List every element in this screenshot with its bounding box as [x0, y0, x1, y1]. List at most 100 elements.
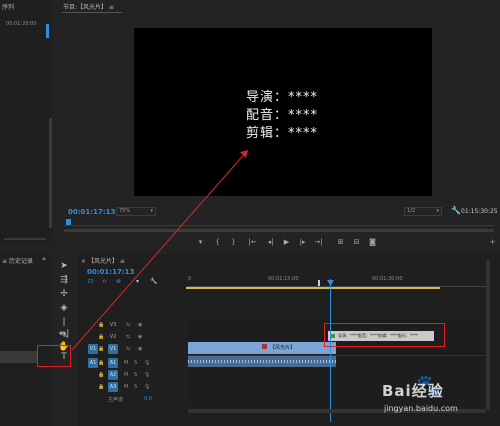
add-marker-icon[interactable]: ▾: [136, 278, 139, 285]
track-header-master: 主声道 0.0: [98, 393, 186, 405]
microphone-icon[interactable]: 🎙: [144, 360, 150, 366]
project-zoom-slider[interactable]: [4, 238, 46, 240]
lock-icon[interactable]: 🔒: [98, 346, 104, 352]
mute-icon[interactable]: M: [124, 360, 128, 366]
track-label-v2[interactable]: V2: [108, 332, 118, 342]
program-scrub-bar[interactable]: [64, 222, 494, 226]
resolution-value: 1/2: [407, 208, 416, 214]
credits-block: 导演：**** 配音：**** 剪辑：****: [246, 89, 318, 143]
history-panel-tab[interactable]: 历史记录: [9, 258, 33, 265]
timeline-timecode[interactable]: 00:01:17:13: [87, 268, 134, 276]
razor-tool-icon[interactable]: ◈: [58, 302, 70, 314]
ruler-label-0: 0: [188, 276, 192, 282]
work-area-bar[interactable]: [186, 287, 440, 289]
chevron-down-icon: ▾: [436, 208, 439, 214]
track-header-a3: 🔒 A3 M S 🎙: [98, 381, 186, 393]
program-monitor: 节目:【风光片】 ≡ 导演：**** 配音：**** 剪辑：**** 00:01…: [56, 0, 500, 252]
linked-selection-icon[interactable]: ⊗: [116, 278, 121, 285]
panel-expand-icon[interactable]: »: [42, 255, 46, 263]
sync-lock-icon[interactable]: ⇆: [126, 322, 130, 328]
go-to-in-icon[interactable]: |←: [248, 238, 257, 247]
timeline-tab[interactable]: 【风光片】: [88, 258, 118, 265]
camera-icon[interactable]: ◙: [368, 238, 377, 247]
eye-icon[interactable]: ◉: [138, 334, 142, 340]
source-patch-v1[interactable]: V1: [88, 344, 98, 354]
eye-icon[interactable]: ◉: [138, 346, 142, 352]
audio-waveform: [188, 360, 336, 363]
wrench-icon[interactable]: 🔧: [451, 206, 461, 215]
program-zoom-scroll[interactable]: [64, 229, 494, 232]
history-panel: ≡ 历史记录: [0, 254, 52, 426]
slip-tool-icon[interactable]: |↔|: [58, 316, 70, 339]
project-scrollbar-2[interactable]: [49, 118, 52, 228]
program-monitor-tab[interactable]: 节目:【风光片】: [63, 4, 107, 11]
microphone-icon[interactable]: 🎙: [144, 384, 150, 390]
lock-icon[interactable]: 🔒: [98, 360, 104, 366]
track-label-a1[interactable]: A1: [108, 358, 118, 368]
video-canvas[interactable]: 导演：**** 配音：**** 剪辑：****: [134, 28, 432, 196]
mark-out-icon[interactable]: }: [229, 238, 238, 247]
track-label-a3[interactable]: A3: [108, 382, 118, 392]
panel-menu-icon[interactable]: ≡: [2, 258, 9, 265]
track-header-v2: 🔒 V2 ⇆ ◉: [98, 331, 186, 343]
zoom-select[interactable]: 75% ▾: [116, 207, 156, 216]
lock-icon[interactable]: 🔒: [98, 334, 104, 340]
project-panel: 序列 00:01:20:00: [0, 0, 52, 243]
project-scrollbar[interactable]: [46, 24, 49, 38]
solo-icon[interactable]: S: [134, 372, 137, 378]
track-label-a2[interactable]: A2: [108, 370, 118, 380]
go-to-out-icon[interactable]: →|: [314, 238, 323, 247]
chevron-down-icon: ▾: [150, 208, 153, 214]
credit-line-voice: 配音：****: [246, 108, 319, 123]
track-label-v3[interactable]: V3: [108, 320, 118, 330]
step-forward-icon[interactable]: |▸: [298, 238, 307, 247]
eye-icon[interactable]: ◉: [138, 322, 142, 328]
wrench-icon[interactable]: 🔧: [150, 278, 157, 285]
lock-icon[interactable]: 🔒: [98, 372, 104, 378]
program-monitor-tab-underline: [62, 12, 122, 13]
panel-menu-icon[interactable]: ≡: [120, 258, 125, 265]
timeline-playhead[interactable]: [330, 279, 331, 422]
sync-lock-icon[interactable]: ⇆: [126, 346, 130, 352]
track-select-tool-icon[interactable]: ⇶: [58, 274, 70, 286]
mute-icon[interactable]: M: [124, 372, 128, 378]
ripple-edit-tool-icon[interactable]: ✢: [58, 288, 70, 300]
video-clip[interactable]: 【风光片】: [188, 342, 336, 354]
selection-tool-icon[interactable]: ➤: [58, 260, 70, 272]
timeline-title: × 【风光片】 ≡: [81, 256, 125, 265]
close-icon[interactable]: ×: [81, 258, 88, 265]
extract-icon[interactable]: ⊟: [352, 238, 361, 247]
microphone-icon[interactable]: 🎙: [144, 372, 150, 378]
snap-icon[interactable]: ∩: [102, 278, 106, 285]
track-label-v1[interactable]: V1: [108, 344, 118, 354]
add-button-icon[interactable]: +: [488, 238, 497, 247]
step-back-icon[interactable]: ◂|: [266, 238, 275, 247]
ruler-label-1: 00:01:15:00: [268, 276, 299, 282]
resolution-select[interactable]: 1/2 ▾: [404, 207, 442, 216]
zoom-value: 75%: [119, 208, 131, 214]
program-monitor-title: 节目:【风光片】 ≡: [63, 2, 114, 11]
solo-icon[interactable]: S: [134, 360, 137, 366]
play-icon[interactable]: ▶: [282, 238, 291, 247]
sync-lock-icon[interactable]: ⇆: [126, 334, 130, 340]
lock-icon[interactable]: 🔒: [98, 384, 104, 390]
master-volume-value[interactable]: 0.0: [144, 396, 152, 402]
source-patch-a1[interactable]: A1: [88, 358, 98, 368]
panel-menu-icon[interactable]: ≡: [109, 4, 114, 11]
solo-icon[interactable]: S: [134, 384, 137, 390]
program-timecode[interactable]: 00:01:17:13: [68, 208, 115, 216]
audio-clip[interactable]: [188, 356, 336, 367]
history-selected-row[interactable]: [0, 351, 38, 363]
lock-icon[interactable]: 🔒: [98, 322, 104, 328]
ruler-label-2: 00:01:30:00: [372, 276, 403, 282]
nest-icon[interactable]: ⊡: [88, 278, 93, 285]
marker-icon[interactable]: ▾: [196, 238, 205, 247]
lift-icon[interactable]: ⊞: [336, 238, 345, 247]
credit-line-director: 导演：****: [246, 90, 319, 105]
program-playhead[interactable]: [66, 219, 71, 225]
track-header-v3: 🔒 V3 ⇆ ◉: [98, 319, 186, 331]
credit-line-editor: 剪辑：****: [246, 126, 319, 141]
mute-icon[interactable]: M: [124, 384, 128, 390]
mark-in-icon[interactable]: {: [213, 238, 222, 247]
watermark-url: jingyan.baidu.com: [384, 404, 458, 413]
